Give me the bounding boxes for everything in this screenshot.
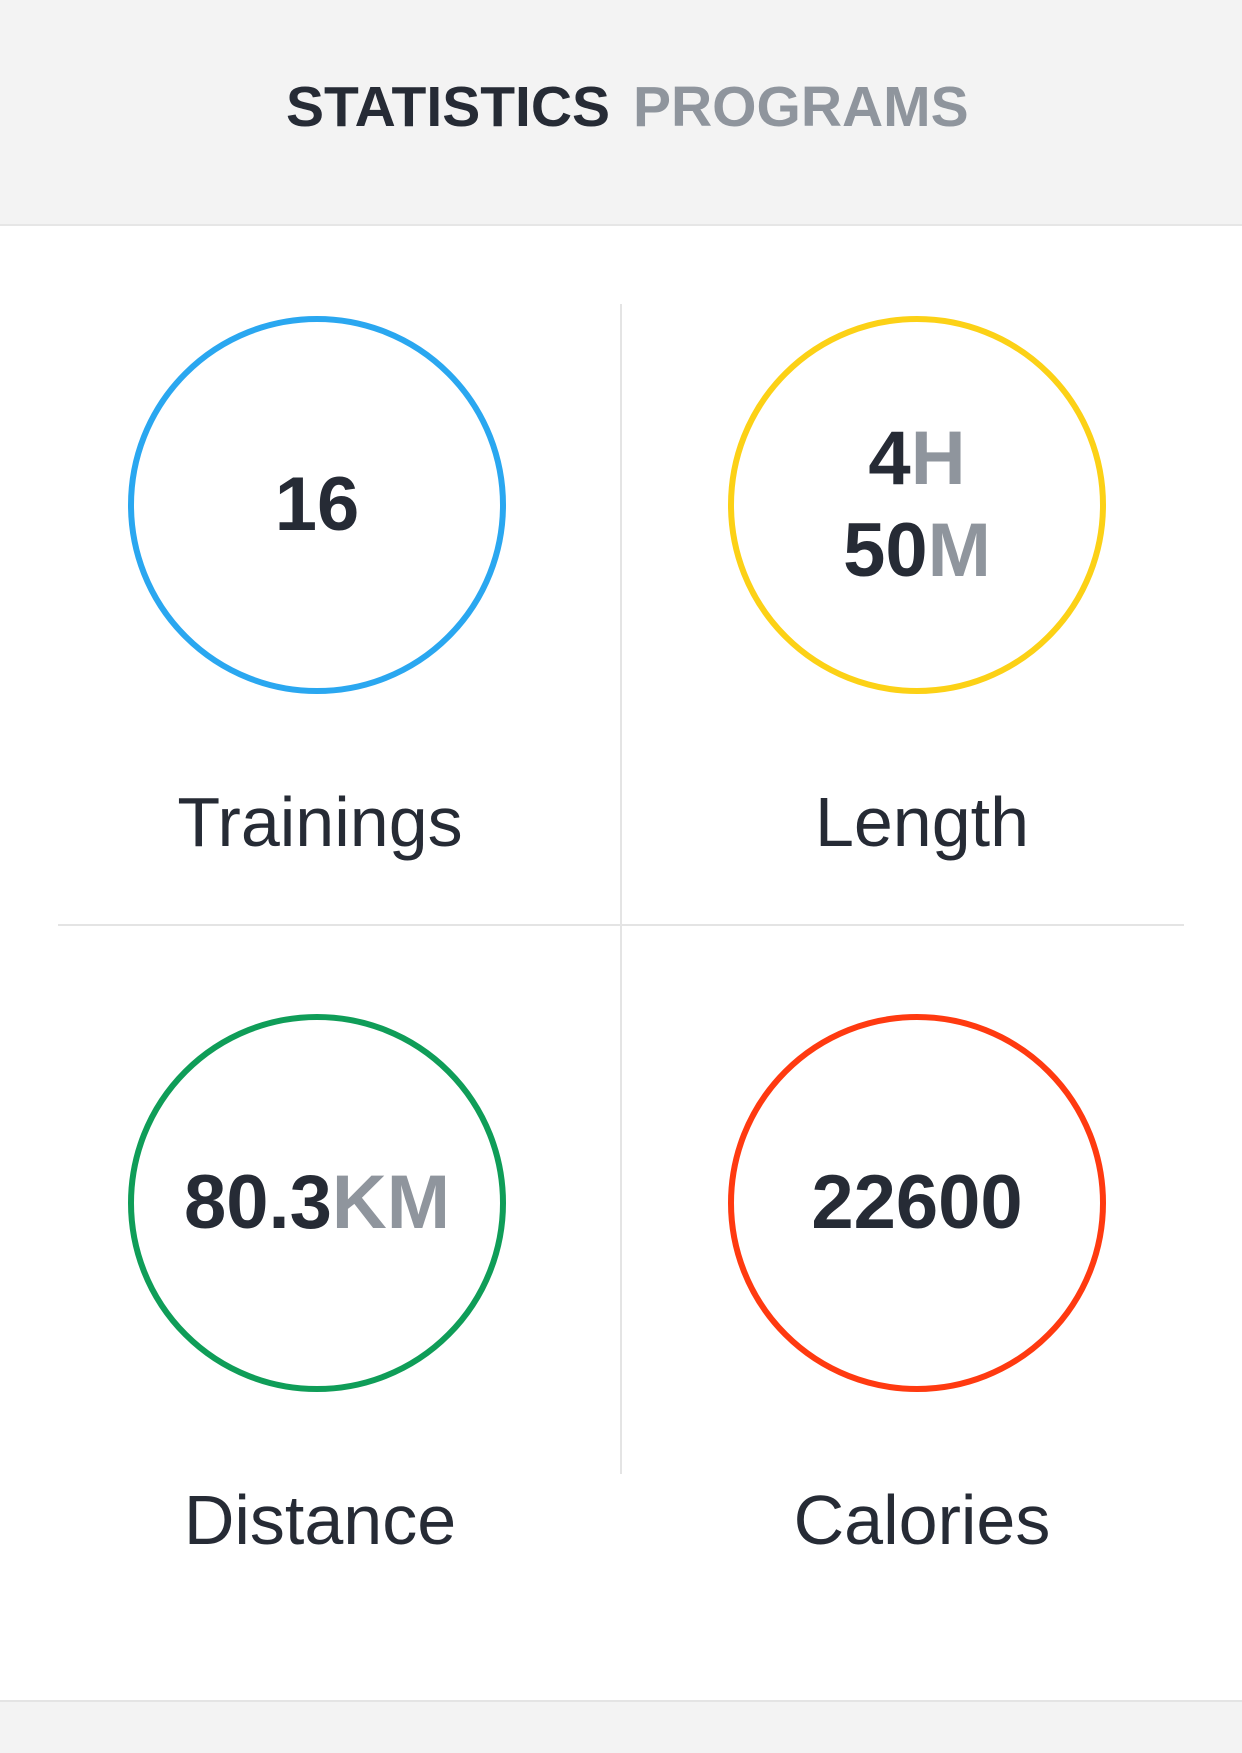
horizontal-divider [58, 924, 1184, 926]
header-tab-bar: STATISTICS PROGRAMS [0, 0, 1242, 226]
length-ring: 4H 50M [728, 316, 1106, 694]
distance-value-line: 80.3KM [184, 1157, 450, 1249]
calories-value: 22600 [811, 1160, 1023, 1245]
length-minutes-unit: M [927, 508, 991, 593]
length-label: Length [814, 783, 1030, 861]
statistics-card: 16 Trainings 4H 50M Length 80.3KM Distan… [0, 226, 1242, 1702]
calories-ring: 22600 [728, 1014, 1106, 1392]
trainings-label: Trainings [177, 783, 463, 861]
length-hours: 4H [868, 413, 965, 505]
length-minutes: 50M [843, 505, 991, 597]
distance-value: 80.3 [183, 1160, 332, 1245]
tab-programs[interactable]: PROGRAMS [633, 72, 969, 142]
tab-statistics[interactable]: STATISTICS [286, 72, 610, 142]
length-minutes-value: 50 [843, 508, 928, 593]
calories-label: Calories [793, 1481, 1051, 1559]
trainings-ring: 16 [128, 316, 506, 694]
bottom-strip [0, 1702, 1242, 1753]
trainings-value: 16 [274, 462, 360, 547]
length-hours-value: 4 [868, 416, 911, 501]
distance-unit: KM [331, 1160, 451, 1245]
distance-ring: 80.3KM [128, 1014, 506, 1392]
vertical-divider [620, 304, 622, 1474]
length-hours-unit: H [910, 416, 966, 501]
distance-label: Distance [183, 1481, 457, 1559]
